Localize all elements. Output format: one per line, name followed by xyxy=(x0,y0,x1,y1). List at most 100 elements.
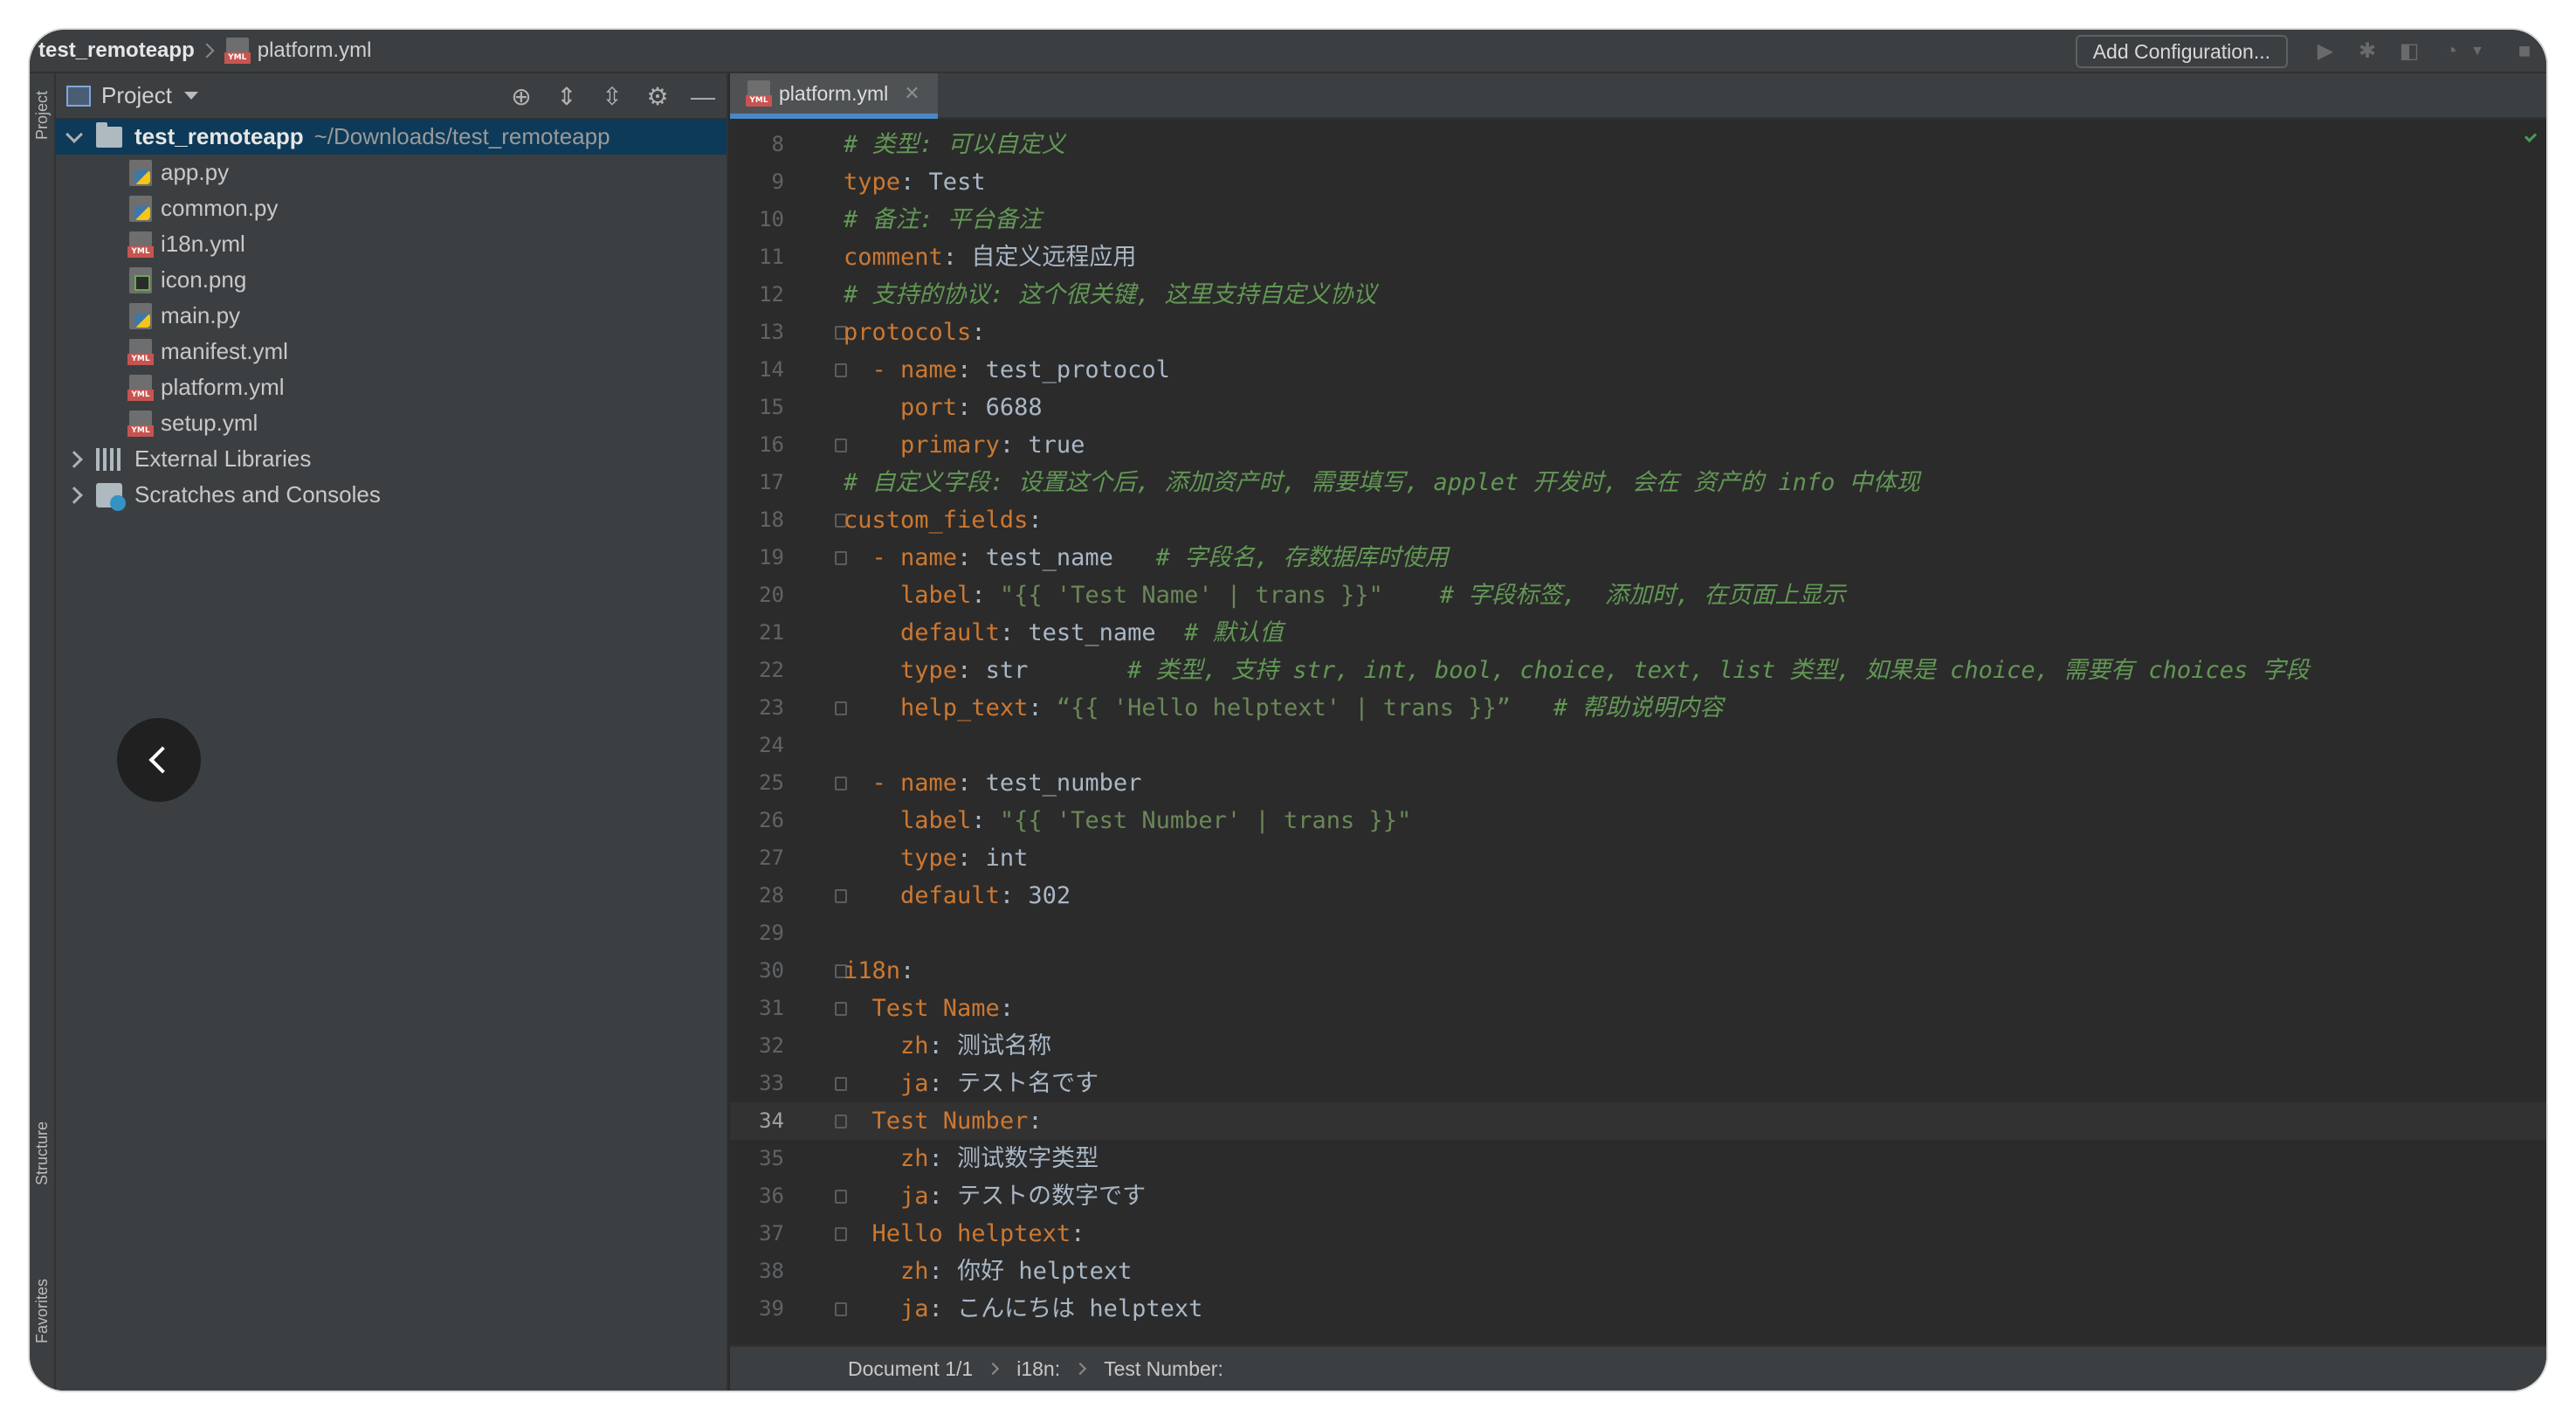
code-line[interactable]: 12 # 支持的协议: 这个很关键, 这里支持自定义协议 xyxy=(730,276,2546,314)
yaml-file-icon xyxy=(224,38,251,64)
tree-external-libraries-label: External Libraries xyxy=(134,445,312,472)
stop-icon[interactable]: ■ xyxy=(2513,40,2536,63)
code-line[interactable]: 32 zh: 测试名称 xyxy=(730,1027,2546,1065)
line-number: 36 xyxy=(759,1184,784,1208)
editor-breadcrumb-item[interactable]: Document 1/1 xyxy=(848,1357,973,1381)
tree-file-item[interactable]: manifest.yml xyxy=(56,334,727,369)
line-number: 10 xyxy=(759,207,784,231)
code-line[interactable]: 28 default: 302 xyxy=(730,877,2546,915)
line-number: 28 xyxy=(759,883,784,908)
breadcrumb-separator-icon xyxy=(1074,1362,1087,1376)
tree-root-folder[interactable]: test_remoteapp ~/Downloads/test_remoteap… xyxy=(56,119,727,155)
structure-tool-button[interactable]: Structure xyxy=(33,1122,52,1185)
code-line[interactable]: 19 - name: test_name # 字段名, 存数据库时使用 xyxy=(730,539,2546,576)
chevron-down-icon[interactable]: ▼ xyxy=(2466,40,2489,63)
breadcrumb-file[interactable]: platform.yml xyxy=(258,38,372,63)
code-line[interactable]: 37 Hello helptext: xyxy=(730,1215,2546,1253)
code-line[interactable]: 10 # 备注: 平台备注 xyxy=(730,201,2546,238)
line-number: 23 xyxy=(759,695,784,720)
breadcrumb-project[interactable]: test_remoteapp xyxy=(38,38,195,63)
code-line[interactable]: 16 primary: true xyxy=(730,426,2546,464)
tree-file-item[interactable]: common.py xyxy=(56,190,727,226)
code-line[interactable]: 35 zh: 测试数字类型 xyxy=(730,1140,2546,1177)
tree-file-item[interactable]: icon.png xyxy=(56,262,727,298)
favorites-tool-button[interactable]: Favorites xyxy=(33,1279,52,1343)
code-line[interactable]: 15 port: 6688 xyxy=(730,389,2546,426)
line-number: 14 xyxy=(759,357,784,382)
tree-file-item[interactable]: platform.yml xyxy=(56,369,727,405)
locate-icon[interactable]: ⊕ xyxy=(508,84,534,110)
line-number: 38 xyxy=(759,1259,784,1283)
editor-tab-bar: platform.yml ✕ xyxy=(730,73,2546,143)
code-line[interactable]: 14 - name: test_protocol xyxy=(730,351,2546,389)
code-line[interactable]: 31 Test Name: xyxy=(730,990,2546,1027)
code-text: help_text: “{{ 'Hello helptext' | trans … xyxy=(900,694,1724,721)
code-text: type: int xyxy=(900,845,1029,872)
code-line[interactable]: 36 ja: テストの数字です xyxy=(730,1177,2546,1215)
project-tool-button[interactable]: Project xyxy=(33,91,52,140)
tree-file-item[interactable]: app.py xyxy=(56,155,727,190)
code-line[interactable]: 25 - name: test_number xyxy=(730,764,2546,802)
code-line[interactable]: 39 ja: こんにちは helptext xyxy=(730,1290,2546,1321)
code-line[interactable]: 21 default: test_name # 默认值 xyxy=(730,614,2546,652)
coverage-icon[interactable]: ◧ xyxy=(2398,40,2421,63)
code-line[interactable]: 29 xyxy=(730,915,2546,952)
code-line[interactable]: 18 custom_fields: xyxy=(730,501,2546,539)
yaml-file-icon xyxy=(127,374,154,401)
code-line[interactable]: 34 Test Number: xyxy=(730,1102,2546,1140)
code-line[interactable]: 33 ja: テスト名です xyxy=(730,1065,2546,1102)
code-line[interactable]: 17 # 自定义字段: 设置这个后, 添加资产时, 需要填写, applet 开发… xyxy=(730,464,2546,501)
code-line[interactable]: 9 type: Test xyxy=(730,163,2546,201)
debug-icon[interactable]: ✱ xyxy=(2356,40,2379,63)
code-text: label: "{{ 'Test Number' | trans }}" xyxy=(900,807,1412,834)
code-area[interactable]: 8 # 类型: 可以自定义 9 type: Test 10 # 备注: 平台备注 11 com… xyxy=(730,119,2546,1321)
tree-scratches[interactable]: Scratches and Consoles xyxy=(56,477,727,513)
tree-file-label: setup.yml xyxy=(161,410,258,436)
tree-file-item[interactable]: main.py xyxy=(56,298,727,334)
tab-platform-yml[interactable]: platform.yml ✕ xyxy=(730,73,938,119)
code-line[interactable]: 23 help_text: “{{ 'Hello helptext' | tra… xyxy=(730,689,2546,727)
code-text: # 支持的协议: 这个很关键, 这里支持自定义协议 xyxy=(844,281,1377,308)
image-file-icon xyxy=(129,266,152,293)
tree-file-item[interactable]: setup.yml xyxy=(56,405,727,441)
add-configuration-button[interactable]: Add Configuration... xyxy=(2075,35,2288,68)
chevron-right-icon[interactable] xyxy=(65,450,83,468)
library-icon xyxy=(96,447,122,471)
code-line[interactable]: 30 i18n: xyxy=(730,952,2546,990)
hide-icon[interactable]: — xyxy=(690,84,716,110)
chevron-down-icon[interactable] xyxy=(65,125,83,143)
close-icon[interactable]: ✕ xyxy=(904,82,920,105)
code-line[interactable]: 24 xyxy=(730,727,2546,764)
code-text: type: Test xyxy=(844,169,986,196)
chevron-right-icon[interactable] xyxy=(65,486,83,504)
code-line[interactable]: 38 zh: 你好 helptext xyxy=(730,1253,2546,1290)
code-line[interactable]: 8 # 类型: 可以自定义 xyxy=(730,126,2546,163)
collapse-all-icon[interactable]: ⇳ xyxy=(599,84,625,110)
tree-file-item[interactable]: i18n.yml xyxy=(56,226,727,262)
yaml-file-icon xyxy=(746,80,772,107)
tree-scratches-label: Scratches and Consoles xyxy=(134,481,381,507)
profile-icon[interactable]: ◔ xyxy=(2440,40,2462,63)
project-view-selector[interactable]: Project xyxy=(101,82,172,109)
code-line[interactable]: 11 comment: 自定义远程应用 xyxy=(730,238,2546,276)
code-line[interactable]: 26 label: "{{ 'Test Number' | trans }}" xyxy=(730,802,2546,839)
code-text: protocols: xyxy=(844,319,986,346)
editor-breadcrumb-item[interactable]: Test Number: xyxy=(1104,1357,1223,1381)
chevron-down-icon[interactable] xyxy=(183,92,198,100)
run-icon[interactable]: ▶ xyxy=(2314,40,2337,63)
tree-external-libraries[interactable]: External Libraries xyxy=(56,441,727,477)
code-line[interactable]: 27 type: int xyxy=(730,839,2546,877)
code-line[interactable]: 22 type: str # 类型, 支持 str, int, bool, ch… xyxy=(730,652,2546,689)
gear-icon[interactable]: ⚙ xyxy=(644,84,671,110)
line-number: 34 xyxy=(759,1108,784,1133)
code-text: label: "{{ 'Test Name' | trans }}" # 字段标… xyxy=(900,582,1846,609)
code-line[interactable]: 13 protocols: xyxy=(730,314,2546,351)
line-number: 8 xyxy=(771,132,784,156)
project-tree: test_remoteapp ~/Downloads/test_remoteap… xyxy=(56,119,727,513)
expand-all-icon[interactable]: ⇕ xyxy=(554,84,580,110)
tree-file-label: platform.yml xyxy=(161,374,285,400)
tree-root-name: test_remoteapp xyxy=(134,123,304,149)
code-line[interactable]: 20 label: "{{ 'Test Name' | trans }}" # … xyxy=(730,576,2546,614)
back-button[interactable] xyxy=(117,718,201,802)
editor-breadcrumb-item[interactable]: i18n: xyxy=(1016,1357,1060,1381)
